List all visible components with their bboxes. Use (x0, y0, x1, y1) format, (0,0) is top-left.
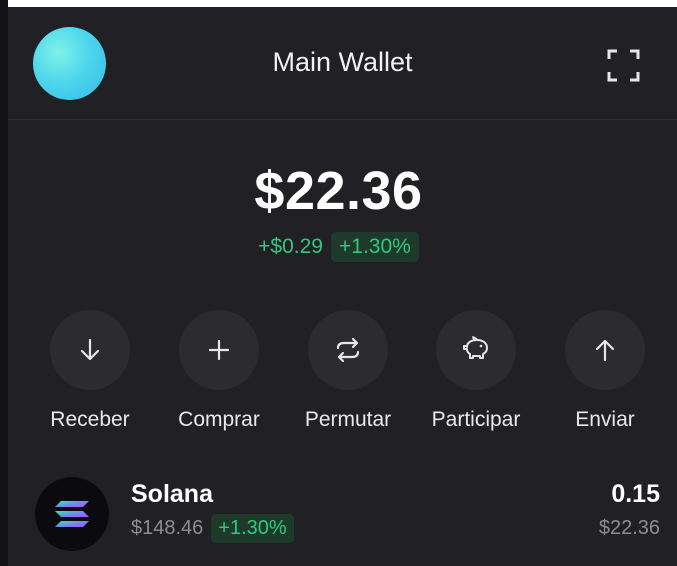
expand-icon[interactable] (607, 49, 640, 82)
action-receive[interactable]: Receber (26, 310, 154, 432)
token-row-solana[interactable]: Solana $148.46 +1.30% 0.15 $22.36 (8, 470, 677, 560)
send-button[interactable] (565, 310, 645, 390)
action-buy[interactable]: Comprar (155, 310, 283, 432)
left-edge (0, 0, 8, 566)
balance-change-amount: +$0.29 (258, 235, 323, 258)
wallet-panel: Main Wallet $22.36 +$0.29 +1.30% Receber… (0, 0, 677, 566)
balance-change-percent: +1.30% (331, 232, 419, 262)
wallet-title[interactable]: Main Wallet (8, 47, 677, 78)
buy-label: Comprar (178, 408, 260, 431)
total-balance: $22.36 (254, 161, 423, 221)
balance-change: +$0.29 +1.30% (0, 232, 677, 262)
token-amount: 0.15 (611, 480, 660, 508)
token-value: $22.36 (598, 517, 660, 539)
plus-icon (208, 339, 230, 361)
solana-logo-icon (35, 477, 109, 551)
piggy-bank-icon (463, 336, 488, 359)
action-stake[interactable]: Participar (412, 310, 540, 432)
action-send[interactable]: Enviar (541, 310, 669, 432)
buy-button[interactable] (179, 310, 259, 390)
stake-label: Participar (431, 408, 521, 431)
receive-label: Receber (50, 408, 130, 431)
arrow-down-icon (80, 338, 100, 361)
token-name: Solana (131, 480, 213, 508)
token-price: $148.46 (131, 517, 204, 539)
stake-button[interactable] (436, 310, 516, 390)
swap-icon (336, 337, 360, 363)
arrow-up-icon (595, 339, 615, 362)
send-label: Enviar (575, 408, 635, 431)
receive-button[interactable] (50, 310, 130, 390)
header: Main Wallet (8, 7, 677, 120)
token-change-percent: +1.30% (211, 514, 294, 543)
token-price-row: $148.46 +1.30% (131, 514, 294, 543)
action-swap[interactable]: Permutar (284, 310, 412, 432)
swap-label: Permutar (304, 408, 392, 431)
top-edge (0, 0, 677, 7)
swap-button[interactable] (308, 310, 388, 390)
